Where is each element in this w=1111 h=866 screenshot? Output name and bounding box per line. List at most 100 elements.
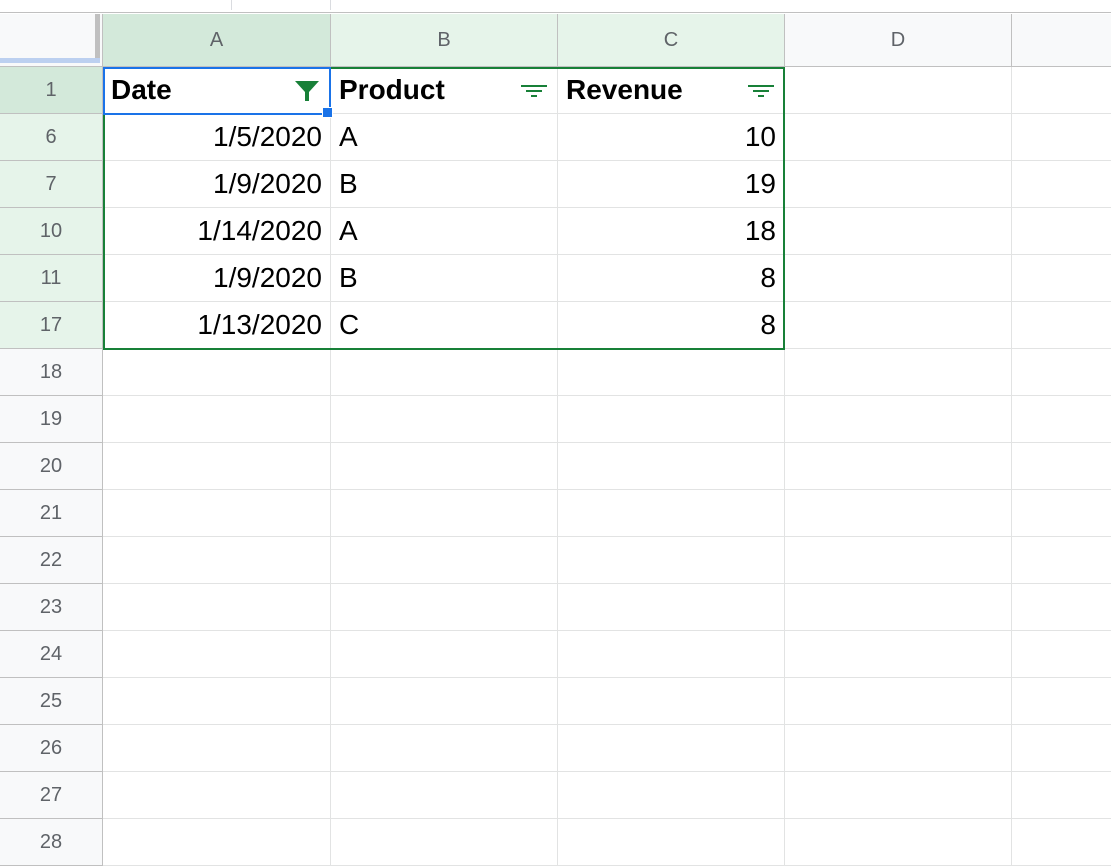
cell-empty[interactable] xyxy=(103,349,331,396)
column-header-c[interactable]: C xyxy=(558,14,785,67)
cell-product[interactable]: B xyxy=(331,255,558,302)
cell-date[interactable]: 1/9/2020 xyxy=(103,255,331,302)
cell-empty[interactable] xyxy=(331,349,558,396)
cell-a1[interactable]: Date xyxy=(103,67,331,114)
row-header[interactable]: 10 xyxy=(0,208,103,255)
cell-empty[interactable] xyxy=(1012,819,1111,866)
column-header-b[interactable]: B xyxy=(331,14,558,67)
cell-empty[interactable] xyxy=(785,584,1012,631)
cell-empty[interactable] xyxy=(103,537,331,584)
cell-empty[interactable] xyxy=(1012,584,1111,631)
row-header[interactable]: 21 xyxy=(0,490,103,537)
row-header[interactable]: 23 xyxy=(0,584,103,631)
cell-empty[interactable] xyxy=(331,443,558,490)
cell-empty[interactable] xyxy=(331,819,558,866)
row-header-1[interactable]: 1 xyxy=(0,67,103,114)
column-header-d[interactable]: D xyxy=(785,14,1012,67)
row-header[interactable]: 6 xyxy=(0,114,103,161)
cell-empty[interactable] xyxy=(103,443,331,490)
cell-empty[interactable] xyxy=(785,678,1012,725)
cell-empty[interactable] xyxy=(785,725,1012,772)
cell-empty[interactable] xyxy=(103,819,331,866)
row-header[interactable]: 27 xyxy=(0,772,103,819)
cell-empty[interactable] xyxy=(785,302,1012,349)
cell-date[interactable]: 1/13/2020 xyxy=(103,302,331,349)
row-header[interactable]: 11 xyxy=(0,255,103,302)
cell-empty[interactable] xyxy=(785,443,1012,490)
cell-empty[interactable] xyxy=(785,208,1012,255)
cell-empty[interactable] xyxy=(331,631,558,678)
row-header[interactable]: 26 xyxy=(0,725,103,772)
fill-handle[interactable] xyxy=(322,107,333,118)
cell-empty[interactable] xyxy=(103,678,331,725)
select-all-corner[interactable] xyxy=(0,14,103,67)
cell-revenue[interactable]: 8 xyxy=(558,255,785,302)
cell-empty[interactable] xyxy=(558,678,785,725)
cell-empty[interactable] xyxy=(1012,396,1111,443)
cell-d1[interactable] xyxy=(785,67,1012,114)
cell-revenue[interactable]: 8 xyxy=(558,302,785,349)
row-header[interactable]: 25 xyxy=(0,678,103,725)
cell-empty[interactable] xyxy=(558,349,785,396)
cell-empty[interactable] xyxy=(558,725,785,772)
row-header[interactable]: 22 xyxy=(0,537,103,584)
row-header[interactable]: 20 xyxy=(0,443,103,490)
row-header[interactable]: 7 xyxy=(0,161,103,208)
cell-empty[interactable] xyxy=(331,537,558,584)
cell-empty[interactable] xyxy=(785,772,1012,819)
cell-empty[interactable] xyxy=(785,255,1012,302)
cell-empty[interactable] xyxy=(1012,631,1111,678)
cell-empty[interactable] xyxy=(785,490,1012,537)
cell-empty[interactable] xyxy=(103,725,331,772)
cell-empty[interactable] xyxy=(1012,725,1111,772)
cell-empty[interactable] xyxy=(785,537,1012,584)
cell-empty[interactable] xyxy=(1012,161,1111,208)
cell-empty[interactable] xyxy=(558,443,785,490)
cell-empty[interactable] xyxy=(103,584,331,631)
cell-empty[interactable] xyxy=(331,584,558,631)
filter-lines-icon[interactable] xyxy=(746,78,776,102)
cell-empty[interactable] xyxy=(1012,208,1111,255)
cell-empty[interactable] xyxy=(785,161,1012,208)
cell-empty[interactable] xyxy=(558,396,785,443)
cell-empty[interactable] xyxy=(103,396,331,443)
freeze-column-handle[interactable] xyxy=(95,14,100,58)
cell-empty[interactable] xyxy=(1012,443,1111,490)
cell-empty[interactable] xyxy=(558,584,785,631)
cell-date[interactable]: 1/5/2020 xyxy=(103,114,331,161)
row-header[interactable]: 19 xyxy=(0,396,103,443)
cell-empty[interactable] xyxy=(785,114,1012,161)
cell-empty[interactable] xyxy=(785,631,1012,678)
cell-empty[interactable] xyxy=(558,631,785,678)
cell-date[interactable]: 1/14/2020 xyxy=(103,208,331,255)
filter-lines-icon[interactable] xyxy=(519,78,549,102)
cell-empty[interactable] xyxy=(785,819,1012,866)
cell-date[interactable]: 1/9/2020 xyxy=(103,161,331,208)
cell-empty[interactable] xyxy=(1012,255,1111,302)
cell-empty[interactable] xyxy=(1012,302,1111,349)
cell-empty[interactable] xyxy=(103,631,331,678)
active-filter-icon[interactable] xyxy=(292,78,322,102)
cell-product[interactable]: A xyxy=(331,208,558,255)
cell-empty[interactable] xyxy=(1012,349,1111,396)
row-header[interactable]: 28 xyxy=(0,819,103,866)
column-header-e[interactable] xyxy=(1012,14,1111,67)
freeze-row-handle[interactable] xyxy=(0,58,100,63)
cell-empty[interactable] xyxy=(331,396,558,443)
cell-empty[interactable] xyxy=(103,772,331,819)
cell-empty[interactable] xyxy=(103,490,331,537)
cell-revenue[interactable]: 10 xyxy=(558,114,785,161)
cell-c1[interactable]: Revenue xyxy=(558,67,785,114)
cell-empty[interactable] xyxy=(331,725,558,772)
cell-empty[interactable] xyxy=(331,678,558,725)
row-header[interactable]: 18 xyxy=(0,349,103,396)
cell-empty[interactable] xyxy=(558,819,785,866)
cell-empty[interactable] xyxy=(1012,772,1111,819)
cell-empty[interactable] xyxy=(558,490,785,537)
row-header[interactable]: 24 xyxy=(0,631,103,678)
cell-product[interactable]: C xyxy=(331,302,558,349)
cell-empty[interactable] xyxy=(785,349,1012,396)
cell-empty[interactable] xyxy=(1012,678,1111,725)
cell-empty[interactable] xyxy=(331,772,558,819)
cell-empty[interactable] xyxy=(1012,537,1111,584)
